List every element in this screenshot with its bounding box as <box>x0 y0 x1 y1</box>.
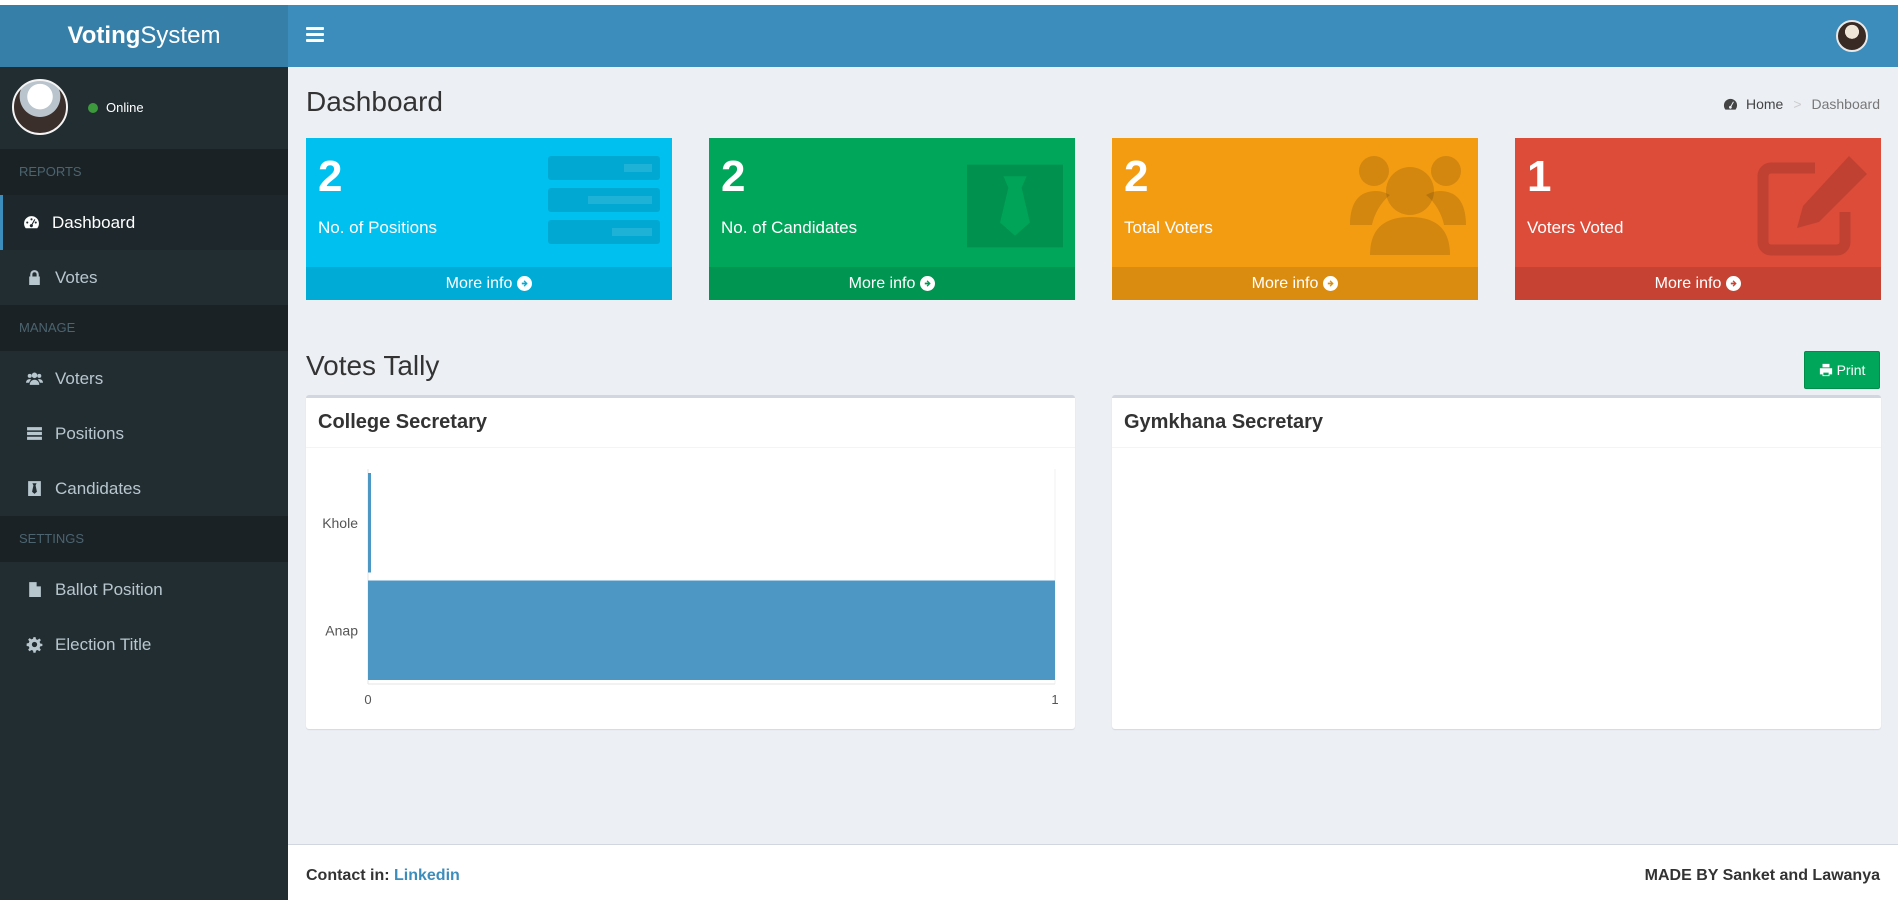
panel-college-secretary: College Secretary Khole Anap 0 1 <box>306 395 1075 729</box>
sidebar-item-votes[interactable]: Votes <box>0 250 288 305</box>
stat-label: Voters Voted <box>1527 218 1624 237</box>
stat-box-candidates: 2 No. of Candidates More info <box>709 138 1075 300</box>
logo-rest: System <box>140 22 221 49</box>
file-text-icon <box>25 581 43 599</box>
sidebar-item-dashboard[interactable]: Dashboard <box>0 195 288 250</box>
tie-icon <box>967 164 1063 248</box>
edit-icon <box>1757 156 1867 256</box>
y-tick-label: Anap <box>325 622 358 638</box>
sidebar-item-voters[interactable]: Voters <box>0 351 288 406</box>
tasks-icon <box>25 425 43 443</box>
tasks-icon <box>548 156 660 244</box>
y-tick-label: Khole <box>322 515 358 531</box>
x-tick-label: 1 <box>1051 692 1058 707</box>
stat-box-positions: 2 No. of Positions More info <box>306 138 672 300</box>
page-title: Dashboard <box>306 86 443 117</box>
more-info-label: More info <box>1251 274 1319 292</box>
more-info-label: More info <box>848 274 916 292</box>
bar-khole[interactable] <box>368 473 371 573</box>
status-label: Online <box>106 100 144 115</box>
stat-label: Total Voters <box>1124 218 1213 237</box>
more-info-link-positions[interactable]: More info <box>306 267 672 300</box>
tie-icon <box>25 480 43 498</box>
more-info-link-candidates[interactable]: More info <box>709 267 1075 300</box>
more-info-link-voters[interactable]: More info <box>1112 267 1478 300</box>
status-dot-icon <box>88 102 98 113</box>
sidebar-toggle-icon[interactable] <box>306 27 324 43</box>
linkedin-link[interactable]: Linkedin <box>394 867 460 884</box>
footer-contact: Contact in: Linkedin <box>306 867 460 885</box>
lock-icon <box>25 269 43 287</box>
print-icon <box>1819 363 1832 377</box>
votes-tally-title: Votes Tally <box>306 350 440 381</box>
print-label: Print <box>1836 362 1866 378</box>
more-info-label: More info <box>445 274 513 292</box>
more-info-label: More info <box>1654 274 1722 292</box>
stat-value: 2 <box>1124 152 1149 201</box>
x-tick-label: 0 <box>364 692 371 707</box>
sidebar-item-positions[interactable]: Positions <box>0 406 288 461</box>
cog-icon <box>25 636 43 654</box>
sidebar-item-label: Positions <box>55 423 124 443</box>
user-panel: Online <box>0 67 288 149</box>
menu-header-settings: SETTINGS <box>0 516 288 562</box>
sidebar-item-ballot-position[interactable]: Ballot Position <box>0 562 288 617</box>
top-navbar <box>288 5 1898 67</box>
arrow-circle-right-icon <box>1323 276 1339 291</box>
user-avatar-menu[interactable] <box>1836 20 1868 52</box>
print-button[interactable]: Print <box>1804 351 1880 389</box>
menu-header-reports: REPORTS <box>0 149 288 195</box>
panel-title: Gymkhana Secretary <box>1112 398 1881 448</box>
sidebar-item-label: Candidates <box>55 478 142 498</box>
stat-box-total-voters: 2 Total Voters More info <box>1112 138 1478 300</box>
stat-value: 1 <box>1527 152 1552 201</box>
stat-label: No. of Positions <box>318 218 438 237</box>
menu-header-manage: MANAGE <box>0 305 288 351</box>
sidebar-item-label: Dashboard <box>52 212 136 232</box>
panel-title: College Secretary <box>306 398 1075 448</box>
sidebar-item-election-title[interactable]: Election Title <box>0 617 288 672</box>
stat-box-voters-voted: 1 Voters Voted More info <box>1515 138 1881 300</box>
bar-anap[interactable] <box>368 580 1055 681</box>
footer: Contact in: Linkedin MADE BY Sanket and … <box>288 844 1898 900</box>
arrow-circle-right-icon <box>920 276 936 291</box>
dashboard-icon <box>22 214 40 232</box>
breadcrumb-current: Dashboard <box>1811 96 1881 112</box>
app-logo[interactable]: Voting System <box>0 5 288 67</box>
arrow-circle-right-icon <box>1726 276 1742 291</box>
sidebar-item-label: Voters <box>55 368 104 388</box>
panel-gymkhana-secretary: Gymkhana Secretary <box>1112 395 1881 729</box>
breadcrumb: Home > Dashboard <box>1723 96 1880 112</box>
users-icon <box>25 370 43 388</box>
dashboard-icon <box>1723 98 1738 110</box>
more-info-link-voted[interactable]: More info <box>1515 267 1881 300</box>
contact-prefix: Contact in: <box>306 867 390 884</box>
sidebar-item-label: Votes <box>55 267 98 287</box>
stat-value: 2 <box>721 152 746 201</box>
breadcrumb-home[interactable]: Home <box>1746 96 1783 112</box>
stat-value: 2 <box>318 152 343 201</box>
sidebar-item-label: Election Title <box>55 634 152 654</box>
college-secretary-chart: Khole Anap 0 1 <box>322 469 1059 707</box>
users-icon <box>1350 156 1466 255</box>
sidebar-item-label: Ballot Position <box>55 579 163 599</box>
logo-bold: Voting <box>67 22 141 49</box>
sidebar-item-candidates[interactable]: Candidates <box>0 461 288 516</box>
sidebar: Online REPORTS Dashboard Votes MANAGE Vo… <box>0 67 288 900</box>
footer-credits: MADE BY Sanket and Lawanya <box>1644 867 1880 884</box>
online-status: Online <box>88 100 144 115</box>
stat-label: No. of Candidates <box>721 218 858 237</box>
arrow-circle-right-icon <box>517 276 533 291</box>
avatar <box>12 79 68 135</box>
